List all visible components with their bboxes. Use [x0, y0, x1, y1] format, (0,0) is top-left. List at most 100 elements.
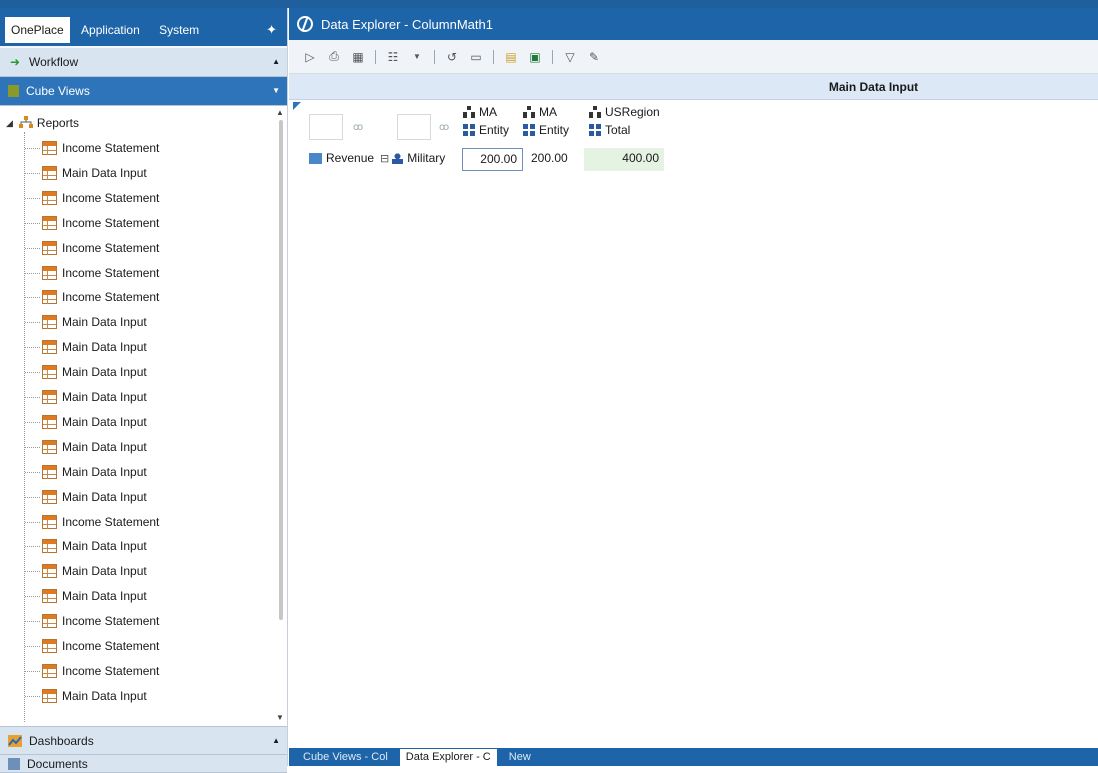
tab-new[interactable]: New [503, 749, 537, 766]
tab-system[interactable]: System [151, 19, 207, 42]
run-icon[interactable]: ▷ [303, 50, 317, 64]
member-icon [589, 124, 601, 136]
column-header-entity[interactable]: MA [523, 104, 557, 120]
tree-scrollbar[interactable]: ▲ ▼ [276, 106, 285, 726]
grid-cell-total[interactable]: 400.00 [584, 148, 664, 171]
tree-item-cube-view[interactable]: Main Data Input [42, 487, 147, 507]
tree-guide-hook [25, 397, 40, 398]
dashboards-icon [8, 734, 22, 747]
left-tab-bar: OnePlace Application System ✦ [0, 8, 287, 46]
tab-application[interactable]: Application [73, 19, 148, 42]
tree-item-cube-view[interactable]: Main Data Input [42, 387, 147, 407]
cube-views-section-header[interactable]: Cube Views ▼ [0, 77, 287, 106]
tree-item-cube-view[interactable]: Income Statement [42, 512, 159, 532]
table-icon [42, 539, 57, 554]
column-member-label: Entity [479, 123, 510, 137]
tree-item-cube-view[interactable]: Main Data Input [42, 586, 147, 606]
dashboards-section-header[interactable]: Dashboards ▲ [0, 726, 287, 755]
column-header-member[interactable]: Total [589, 122, 630, 138]
grid-cell[interactable]: 200.00 [462, 148, 523, 171]
column-member-label: Entity [539, 123, 570, 137]
column-header-member[interactable]: Entity [523, 122, 569, 138]
dropdown-arrow-icon[interactable]: ▼ [410, 50, 424, 64]
data-explorer-window: Data Explorer - ColumnMath1 ▷ ⎙ ▦ ☷ ▼ ↺ … [289, 8, 1098, 766]
tree-item-cube-view[interactable]: Income Statement [42, 661, 159, 681]
tree-item-cube-view[interactable]: Main Data Input [42, 337, 147, 357]
tree-item-cube-view[interactable]: Main Data Input [42, 686, 147, 706]
tree-guide-hook [25, 421, 40, 423]
tree-item-cube-view[interactable]: Main Data Input [42, 462, 147, 482]
tree-item-label: Main Data Input [62, 315, 147, 330]
refresh-icon[interactable]: ⎙ [327, 49, 341, 64]
column-header-entity[interactable]: USRegion [589, 104, 660, 120]
binoculars-icon[interactable]: ꝏ [353, 122, 363, 133]
tree-item-cube-view[interactable]: Main Data Input [42, 412, 147, 432]
tree-item-cube-view[interactable]: Income Statement [42, 188, 159, 208]
tree-item-cube-view[interactable]: Main Data Input [42, 561, 147, 581]
tree-item-cube-view[interactable]: Income Statement [42, 287, 159, 307]
table-icon [42, 439, 57, 454]
collapse-box-icon[interactable]: ⊟ [380, 152, 389, 165]
undo-icon[interactable]: ↺ [445, 50, 459, 64]
tree-item-cube-view[interactable]: Main Data Input [42, 312, 147, 332]
grid-cell[interactable]: 200.00 [525, 148, 583, 171]
cube-views-icon [8, 85, 19, 97]
tree-item-cube-view[interactable]: Main Data Input [42, 362, 147, 382]
tree-root-reports[interactable]: ◢ Reports [6, 114, 79, 132]
tree-item-cube-view[interactable]: Income Statement [42, 636, 159, 656]
tree-item-label: Income Statement [62, 240, 160, 255]
scroll-down-icon[interactable]: ▼ [276, 713, 284, 722]
tree-item-cube-view[interactable]: Income Statement [42, 238, 159, 258]
pencil-icon[interactable]: ✎ [587, 50, 601, 64]
document-icon[interactable]: ▤ [504, 50, 518, 64]
binoculars-icon[interactable]: ꝏ [439, 122, 449, 133]
tree-item-cube-view[interactable]: Income Statement [42, 138, 159, 158]
tree-item-cube-view[interactable]: Main Data Input [42, 163, 147, 183]
tree-item-cube-view[interactable]: Income Statement [42, 213, 159, 233]
grid-header-title: Main Data Input [289, 74, 1098, 100]
column-entity-label: MA [479, 105, 497, 119]
row-dimension-selector[interactable] [397, 114, 431, 140]
scroll-up-icon[interactable]: ▲ [276, 108, 284, 117]
documents-section-header[interactable]: Documents [0, 755, 287, 773]
column-header-entity[interactable]: MA [463, 104, 497, 120]
row-header-account[interactable]: Revenue ⊟ Military [309, 151, 445, 165]
table-icon [42, 514, 57, 529]
row-member-label: Military [407, 151, 446, 165]
column-member-label: Total [605, 123, 631, 137]
tab-cube-views[interactable]: Cube Views - Col [297, 749, 394, 766]
tree-item-label: Main Data Input [62, 439, 147, 454]
tree-item-cube-view[interactable]: Income Statement [42, 263, 159, 283]
pin-icon[interactable]: ✦ [266, 22, 277, 38]
tree-item-label: Main Data Input [62, 688, 147, 703]
excel-icon[interactable]: ▣ [528, 50, 542, 64]
expand-up-icon[interactable]: ▲ [272, 57, 280, 66]
calculator-icon[interactable]: ▦ [351, 50, 365, 64]
documents-label: Documents [27, 756, 88, 771]
tab-oneplace[interactable]: OnePlace [5, 17, 70, 43]
column-header-member[interactable]: Entity [463, 122, 509, 138]
chevron-down-icon[interactable]: ▼ [272, 86, 280, 95]
tree-item-label: Income Statement [62, 265, 160, 280]
toolbar-separator [434, 49, 435, 64]
tree-item-label: Income Statement [62, 663, 160, 678]
tree-guide-hook [25, 446, 40, 448]
filter-icon[interactable]: ▽ [563, 50, 577, 64]
workflow-section-header[interactable]: ➜ Workflow ▲ [0, 48, 287, 77]
grid-layout-icon[interactable]: ☷ [386, 50, 400, 64]
tree-item-label: Main Data Input [62, 365, 147, 380]
tree-item-cube-view[interactable]: Main Data Input [42, 536, 147, 556]
table-icon [42, 489, 57, 504]
collapse-triangle-icon[interactable]: ◢ [6, 118, 13, 129]
save-icon[interactable]: ▭ [469, 50, 483, 64]
left-navigation-panel: OnePlace Application System ✦ ➜ Workflow… [0, 8, 288, 773]
account-icon [309, 152, 322, 164]
expand-up-icon[interactable]: ▲ [272, 736, 280, 745]
row-account-label: Revenue [326, 151, 375, 165]
row-dimension-selector[interactable] [309, 114, 343, 140]
tree-item-cube-view[interactable]: Main Data Input [42, 437, 147, 457]
tree-item-cube-view[interactable]: Income Statement [42, 611, 159, 631]
scroll-thumb[interactable] [279, 120, 283, 620]
tree-item-label: Main Data Input [62, 340, 147, 355]
tab-data-explorer[interactable]: Data Explorer - C [399, 749, 497, 766]
